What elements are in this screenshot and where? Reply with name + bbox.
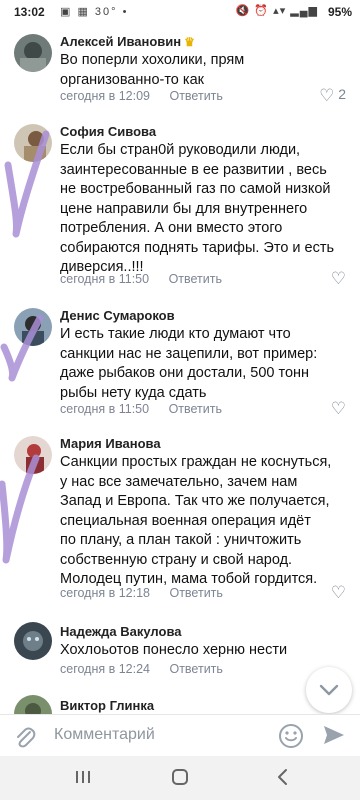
heart-icon: ♡	[319, 86, 335, 105]
heart-icon: ♡	[330, 269, 346, 288]
comment-time: сегодня в 12:24	[60, 662, 150, 676]
comment-text: Во поперли хохолики, прям организованно-…	[60, 52, 245, 88]
status-bar: 13:02 ▣ ▦ 30° • 🔇 ⏰ ▴▾ ▂▄▆ 95%	[0, 0, 360, 24]
comment-meta: сегодня в 12:18 Ответить	[60, 586, 223, 600]
comment-author[interactable]: София Сивова	[60, 124, 156, 139]
status-signal-icons: 🔇 ⏰ ▴▾ ▂▄▆	[235, 5, 318, 17]
comment-text: Хохлоьотов понесло херню нести	[60, 642, 288, 658]
comment-meta: сегодня в 12:24 Ответить	[60, 662, 223, 676]
comment-text: Санкции простых граждан не коснуться, у …	[60, 454, 332, 587]
reply-button[interactable]: Ответить	[169, 662, 222, 676]
like-button[interactable]: ♡	[331, 399, 346, 419]
like-button[interactable]: ♡	[331, 269, 346, 289]
avatar[interactable]	[14, 695, 52, 714]
avatar[interactable]	[14, 308, 52, 346]
comment-text: Если бы стран0й руководили люди, заинтер…	[60, 142, 335, 275]
comment-meta: сегодня в 11:50 Ответить	[60, 402, 222, 416]
comment-author[interactable]: Алексей Ивановин ♛	[60, 34, 195, 49]
comment-author[interactable]: Виктор Глинка	[60, 698, 154, 713]
status-time: 13:02	[14, 5, 45, 19]
comment-author[interactable]: Надежда Вакулова	[60, 624, 182, 639]
comment-meta: сегодня в 12:09 Ответить	[60, 89, 223, 103]
send-icon[interactable]	[322, 724, 346, 751]
reply-button[interactable]: Ответить	[169, 89, 222, 103]
comments-list[interactable]: Алексей Ивановин ♛ Во поперли хохолики, п…	[0, 22, 360, 714]
scroll-down-button[interactable]	[306, 667, 352, 713]
comment-author[interactable]: Денис Сумароков	[60, 308, 175, 323]
status-temperature: 30°	[94, 6, 118, 18]
back-icon[interactable]	[275, 768, 289, 791]
comment-meta: сегодня в 11:50 Ответить	[60, 272, 222, 286]
crown-icon: ♛	[184, 35, 195, 49]
reply-button[interactable]: Ответить	[169, 586, 222, 600]
attach-icon[interactable]	[14, 725, 36, 754]
avatar[interactable]	[14, 34, 52, 72]
status-battery: 95%	[327, 5, 352, 19]
comment-time: сегодня в 11:50	[60, 272, 150, 286]
emoji-icon[interactable]	[278, 723, 304, 754]
reply-button[interactable]: Ответить	[169, 272, 222, 286]
comment-time: сегодня в 12:18	[60, 586, 150, 600]
like-count: 2	[338, 86, 346, 102]
reply-button[interactable]: Ответить	[169, 402, 222, 416]
comment-time: сегодня в 11:50	[60, 402, 150, 416]
status-notification-icons: ▣ ▦ 30° •	[60, 6, 129, 18]
chevron-down-icon	[319, 684, 339, 696]
comment-input[interactable]: Комментарий	[54, 726, 155, 744]
like-button[interactable]: ♡	[331, 583, 346, 603]
avatar[interactable]	[14, 622, 52, 660]
avatar[interactable]	[14, 436, 52, 474]
recent-apps-icon[interactable]	[74, 769, 92, 790]
avatar[interactable]	[14, 124, 52, 162]
comment-text: И есть такие люди кто думают что санкции…	[60, 326, 318, 401]
like-button[interactable]: ♡ 2	[319, 86, 346, 106]
heart-icon: ♡	[330, 583, 346, 602]
heart-icon: ♡	[330, 399, 346, 418]
system-nav-bar	[0, 756, 360, 800]
comment-input-bar: Комментарий	[0, 714, 360, 757]
home-icon[interactable]	[171, 769, 189, 790]
comment-time: сегодня в 12:09	[60, 89, 150, 103]
comment-author[interactable]: Мария Иванова	[60, 436, 161, 451]
